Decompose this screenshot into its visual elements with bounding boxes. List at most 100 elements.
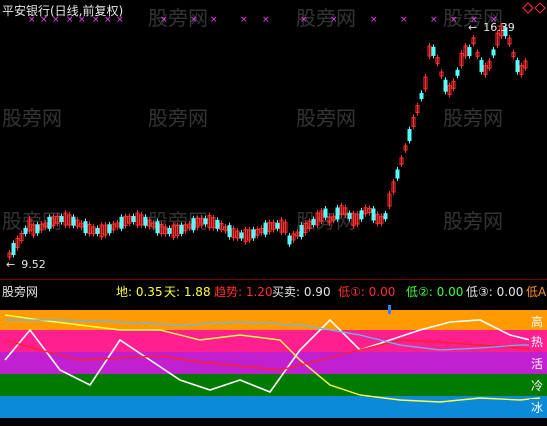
signal-marker-icon: × [450,15,458,25]
signal-marker-icon: × [78,15,86,25]
indicator-value-5: 低②: 0.00 [406,285,464,299]
candle [271,219,276,233]
buy-sell-marker [388,305,391,314]
low-price-value: 9.52 [21,258,46,271]
candle [215,217,220,232]
indicator-value-3: 买卖: 0.90 [272,285,331,299]
candle [79,220,84,231]
signal-marker-icon: × [66,15,74,25]
candle [387,191,392,209]
candle [519,62,524,78]
indicator-value-1: 天: 1.88 [164,285,211,299]
signal-marker-icon: × [92,15,100,25]
signal-marker-icon: × [240,15,248,25]
candle [39,221,44,234]
signal-marker-icon: × [300,15,308,25]
candle [127,213,132,227]
candle [227,222,232,240]
candle [95,225,100,237]
candle [467,44,472,59]
candle [191,215,196,233]
candle [455,67,460,79]
candle [15,235,20,251]
candle [255,226,260,239]
candle [163,223,168,237]
arrow-left-icon: ← [6,258,16,271]
candle [315,210,320,228]
indicator-value-4: 低①: 0.00 [338,285,396,299]
candle [35,221,40,236]
candle [87,221,92,237]
candle [43,219,48,230]
candle [411,114,416,130]
high-price-value: 16.39 [483,21,515,34]
zone-label: 活 [529,355,545,372]
signal-marker-icon: × [330,15,338,25]
high-price-label: ← 16.39 [468,21,515,34]
candle [359,207,364,222]
candle [439,69,444,80]
candle [347,210,352,222]
signal-marker-icon: × [40,15,48,25]
candle [343,204,348,218]
signal-marker-icon: × [52,15,60,25]
price-chart[interactable]: × × × × × × × × × × × × × × × × × × × × × [0,0,547,278]
candle [103,222,108,239]
candle [187,220,192,231]
candle [451,78,456,92]
candle [351,210,356,229]
candle [299,222,304,240]
candle [279,217,284,236]
candle [223,223,228,234]
candle [183,221,188,234]
candle [263,220,268,238]
candle [19,230,24,244]
signal-marker-icon: × [116,15,124,25]
candle [99,221,104,240]
candle [331,213,336,224]
indicator-chart[interactable] [0,300,547,426]
candle [507,35,512,48]
panel-divider [0,279,547,280]
candle [139,211,144,228]
candle [195,215,200,231]
candle [167,225,172,237]
zone-band [0,374,547,396]
candle [395,167,400,181]
candle [399,155,404,167]
candle [291,231,296,243]
candle [523,57,528,71]
candle [219,220,224,233]
candle [91,223,96,237]
candle [143,214,148,229]
candle [295,229,300,239]
candle [211,214,216,231]
signal-marker-icon: × [160,15,168,25]
candle [11,240,16,258]
zone-band [0,352,547,374]
candle [379,213,384,227]
candle [59,213,64,225]
candle [115,219,120,230]
candle [31,222,36,239]
signal-marker-icon: × [190,15,198,25]
candle [335,204,340,222]
candle [319,208,324,224]
candle [427,43,432,60]
candle [443,77,448,95]
candle [363,204,368,217]
arrow-left-icon: ← [468,21,478,34]
candle [511,49,516,60]
candle [303,220,308,236]
candle [463,42,468,59]
candle [391,179,396,195]
candle [151,220,156,231]
candle [51,213,56,229]
indicator-value-0: 地: 0.35 [116,285,163,299]
zone-label: 热 [529,333,545,350]
candle [415,102,420,116]
candle [403,143,408,153]
candle [147,217,152,230]
candle [483,62,488,78]
chart-window: 股旁网 股旁网 股旁网 股旁网 股旁网 股旁网 股旁网 股旁网 股旁网 股旁网 … [0,0,547,426]
